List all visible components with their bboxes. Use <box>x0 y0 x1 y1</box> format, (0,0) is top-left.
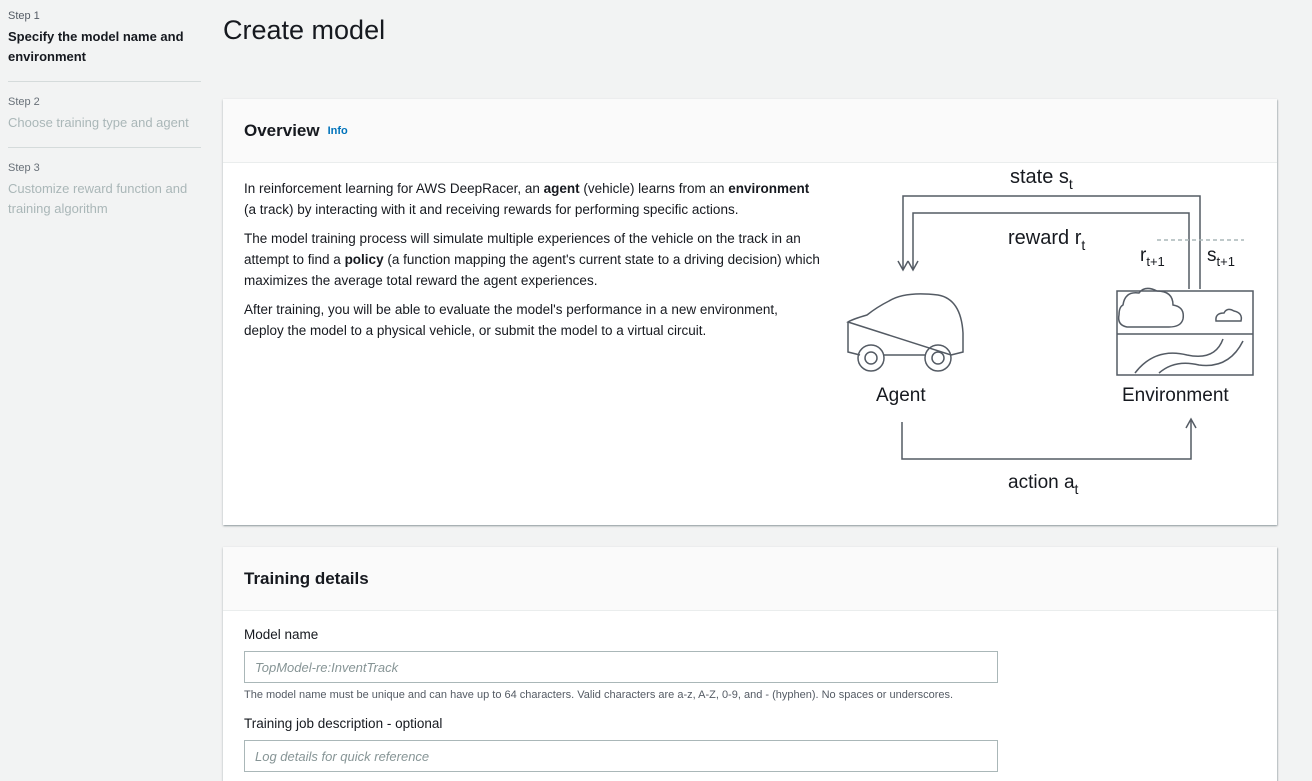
state-label: state st <box>1010 166 1073 192</box>
agent-label: Agent <box>876 385 926 406</box>
overview-paragraph-2: The model training process will simulate… <box>244 231 820 288</box>
training-details-panel: Training details Model name The model na… <box>223 547 1277 781</box>
overview-paragraph-1: In reinforcement learning for AWS DeepRa… <box>244 181 810 217</box>
model-name-label: Model name <box>244 627 319 642</box>
step-1[interactable]: Step 1 Specify the model name and enviro… <box>8 10 201 82</box>
step-3-number: Step 3 <box>8 162 40 174</box>
model-name-hint: The model name must be unique and can ha… <box>244 689 954 701</box>
page-title: Create model <box>223 15 386 45</box>
action-arrow <box>901 420 1192 460</box>
environment-label: Environment <box>1122 385 1229 406</box>
wizard-steps: Step 1 Specify the model name and enviro… <box>8 10 201 247</box>
create-model-page: Step 1 Specify the model name and enviro… <box>0 0 1312 781</box>
step-1-number: Step 1 <box>8 10 40 22</box>
description-label: Training job description - optional <box>244 716 443 731</box>
action-label: action at <box>1008 472 1079 497</box>
overview-panel: Overview Info In reinforcement learning … <box>223 99 1277 525</box>
step-2: Step 2 Choose training type and agent <box>8 96 201 148</box>
step-1-title: Specify the model name and environment <box>8 29 184 64</box>
step-3-title: Customize reward function and training a… <box>8 181 188 216</box>
model-name-input[interactable] <box>244 651 998 683</box>
step-2-title: Choose training type and agent <box>8 115 189 130</box>
reward-arrow <box>912 212 1190 289</box>
step-2-number: Step 2 <box>8 96 40 108</box>
overview-title: Overview <box>244 120 320 140</box>
rl-loop-diagram: state st reward rt rt+1 st+1 Agent Envir… <box>846 166 1254 497</box>
step-3: Step 3 Customize reward function and tra… <box>8 162 201 233</box>
environment-icon <box>1116 290 1254 376</box>
training-details-header: Training details <box>223 547 1277 611</box>
overview-text: In reinforcement learning for AWS DeepRa… <box>244 178 820 349</box>
overview-paragraph-3: After training, you will be able to eval… <box>244 302 778 338</box>
training-form: Model name The model name must be unique… <box>244 627 1254 772</box>
description-input[interactable] <box>244 740 998 772</box>
reward-label: reward rt <box>1008 227 1085 253</box>
info-link[interactable]: Info <box>328 125 348 137</box>
next-state-label: st+1 <box>1207 245 1235 269</box>
training-details-title: Training details <box>244 568 369 588</box>
next-reward-label: rt+1 <box>1140 245 1165 269</box>
